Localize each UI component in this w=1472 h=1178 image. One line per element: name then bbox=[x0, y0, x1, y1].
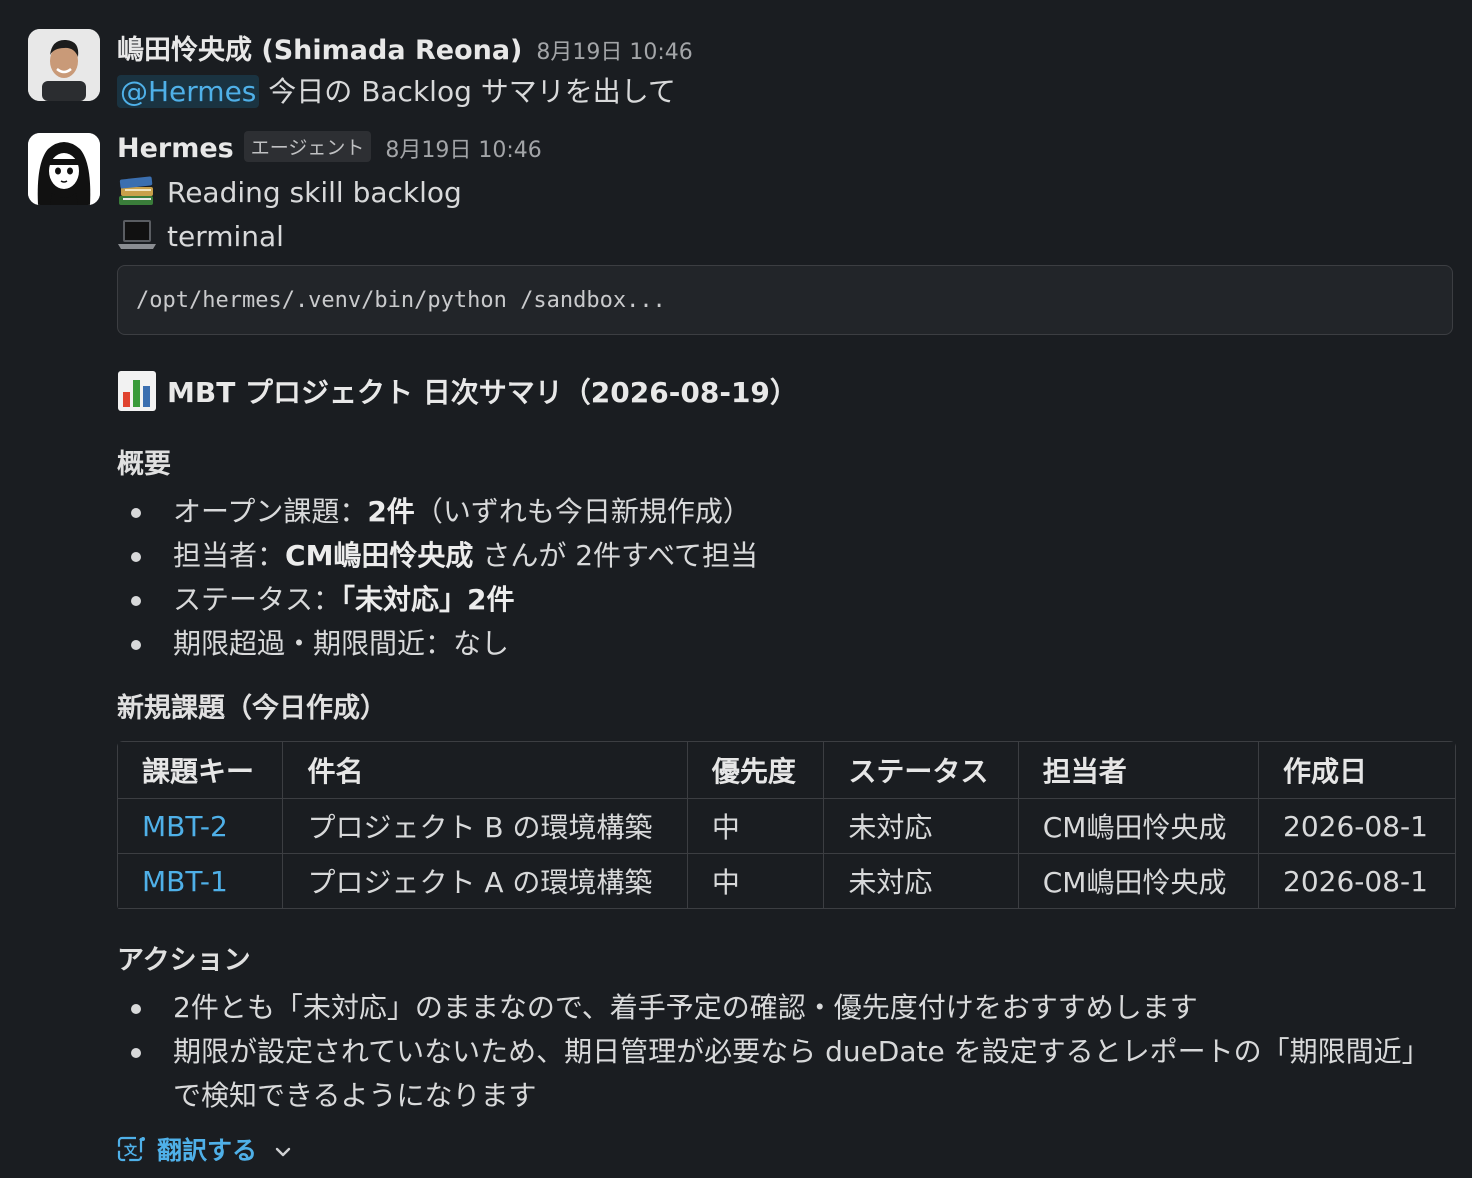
table-header-row: 課題キー 件名 優先度 ステータス 担当者 作成日 bbox=[117, 741, 1456, 799]
actions-list: 2件とも「未対応」のままなので、着手予定の確認・優先度付けをおすすめします 期限… bbox=[117, 986, 1453, 1118]
list-item: 2件とも「未対応」のままなので、着手予定の確認・優先度付けをおすすめします bbox=[117, 986, 1453, 1030]
issue-summary-cell: プロジェクト A の環境構築 bbox=[282, 853, 688, 909]
column-header-status: ステータス bbox=[823, 741, 1019, 799]
user-message-header: 嶋田怜央成 (Shimada Reona) 8月19日 10:46 bbox=[117, 28, 693, 67]
agent-badge: エージェント bbox=[243, 131, 372, 162]
user-avatar[interactable] bbox=[28, 29, 100, 101]
list-item: 期限超過・期限間近：なし bbox=[117, 622, 758, 666]
bot-avatar[interactable] bbox=[28, 133, 100, 205]
overview-note: さんが 2件すべて担当 bbox=[473, 539, 758, 572]
overview-note: （いずれも今日新規作成） bbox=[414, 495, 751, 528]
issue-summary-cell: プロジェクト B の環境構築 bbox=[282, 798, 688, 854]
list-item: オープン課題：2件（いずれも今日新規作成） bbox=[117, 490, 758, 534]
overview-value: CM嶋田怜央成 bbox=[285, 539, 474, 572]
issue-priority-cell: 中 bbox=[686, 798, 825, 854]
issue-priority-cell: 中 bbox=[686, 853, 825, 909]
new-issues-heading: 新規課題（今日作成） bbox=[117, 693, 387, 724]
status-line-reading: Reading skill backlog bbox=[117, 174, 462, 209]
overview-label: オープン課題： bbox=[173, 495, 368, 528]
column-header-created: 作成日 bbox=[1258, 741, 1456, 799]
column-header-summary: 件名 bbox=[282, 741, 688, 799]
bot-message-header: Hermes エージェント 8月19日 10:46 bbox=[117, 131, 542, 165]
issue-assignee-cell: CM嶋田怜央成 bbox=[1017, 853, 1260, 909]
column-header-key: 課題キー bbox=[117, 741, 284, 799]
list-item: 担当者：CM嶋田怜央成 さんが 2件すべて担当 bbox=[117, 534, 758, 578]
issue-created-cell: 2026-08-1 bbox=[1258, 853, 1456, 909]
laptop-icon bbox=[117, 218, 157, 252]
mention-hermes[interactable]: @Hermes bbox=[117, 75, 260, 108]
svg-text:文: 文 bbox=[124, 1143, 138, 1159]
status-text-reading: Reading skill backlog bbox=[167, 176, 462, 209]
issue-link[interactable]: MBT-1 bbox=[142, 865, 228, 898]
column-header-priority: 優先度 bbox=[686, 741, 825, 799]
user-message-text: @Hermes 今日の Backlog サマリを出して bbox=[117, 70, 676, 110]
overview-label: ステータス： bbox=[173, 583, 342, 616]
bullet-dot bbox=[131, 552, 141, 562]
issue-status-cell: 未対応 bbox=[823, 798, 1019, 854]
bullet-dot bbox=[131, 1004, 141, 1014]
translate-icon: 文 bbox=[117, 1134, 147, 1164]
issue-created-cell: 2026-08-1 bbox=[1258, 798, 1456, 854]
bullet-dot bbox=[131, 508, 141, 518]
user-message-time[interactable]: 8月19日 10:46 bbox=[536, 34, 692, 66]
overview-label: 担当者： bbox=[173, 539, 286, 572]
overview-heading: 概要 bbox=[117, 449, 171, 480]
bullet-dot bbox=[131, 1048, 141, 1058]
bot-sender-name[interactable]: Hermes bbox=[117, 133, 234, 164]
status-line-terminal: terminal bbox=[117, 218, 284, 253]
table-row: MBT-2 プロジェクト B の環境構築 中 未対応 CM嶋田怜央成 2026-… bbox=[117, 798, 1456, 854]
column-header-assignee: 担当者 bbox=[1017, 741, 1260, 799]
code-block[interactable]: /opt/hermes/.venv/bin/python /sandbox... bbox=[117, 265, 1453, 335]
user-sender-name[interactable]: 嶋田怜央成 (Shimada Reona) bbox=[117, 28, 522, 67]
issue-status-cell: 未対応 bbox=[823, 853, 1019, 909]
action-text: 期限が設定されていないため、期日管理が必要なら dueDate を設定するとレポ… bbox=[173, 1035, 1430, 1112]
bullet-dot bbox=[131, 640, 141, 650]
overview-value: 「未対応」2件 bbox=[341, 583, 515, 616]
overview-label: 期限超過・期限間近：なし bbox=[173, 627, 510, 660]
books-icon bbox=[117, 174, 157, 208]
user-message-body: 今日の Backlog サマリを出して bbox=[259, 75, 676, 108]
issue-key-cell: MBT-1 bbox=[117, 853, 284, 909]
table-row: MBT-1 プロジェクト A の環境構築 中 未対応 CM嶋田怜央成 2026-… bbox=[117, 853, 1456, 909]
bullet-dot bbox=[131, 596, 141, 606]
action-text: 2件とも「未対応」のままなので、着手予定の確認・優先度付けをおすすめします bbox=[173, 991, 1198, 1024]
bot-message-time[interactable]: 8月19日 10:46 bbox=[385, 132, 541, 164]
status-text-terminal: terminal bbox=[167, 220, 284, 253]
issue-assignee-cell: CM嶋田怜央成 bbox=[1017, 798, 1260, 854]
list-item: 期限が設定されていないため、期日管理が必要なら dueDate を設定するとレポ… bbox=[117, 1030, 1453, 1118]
issues-table-wrapper[interactable]: 課題キー 件名 優先度 ステータス 担当者 作成日 MBT-2 プロジェクト B… bbox=[117, 741, 1456, 911]
bar-chart-icon bbox=[117, 370, 157, 412]
translate-button[interactable]: 文 翻訳する bbox=[117, 1131, 293, 1167]
chevron-down-icon bbox=[273, 1139, 293, 1159]
issue-key-cell: MBT-2 bbox=[117, 798, 284, 854]
issue-link[interactable]: MBT-2 bbox=[142, 810, 228, 843]
summary-title: MBT プロジェクト 日次サマリ（2026-08-19） bbox=[117, 370, 798, 412]
issues-table: 課題キー 件名 優先度 ステータス 担当者 作成日 MBT-2 プロジェクト B… bbox=[117, 741, 1456, 909]
actions-heading: アクション bbox=[117, 945, 251, 976]
overview-value: 2件 bbox=[367, 495, 415, 528]
summary-title-text: MBT プロジェクト 日次サマリ（2026-08-19） bbox=[167, 376, 798, 409]
translate-label: 翻訳する bbox=[157, 1136, 258, 1165]
list-item: ステータス：「未対応」2件 bbox=[117, 578, 758, 622]
overview-list: オープン課題：2件（いずれも今日新規作成） 担当者：CM嶋田怜央成 さんが 2件… bbox=[117, 490, 758, 666]
